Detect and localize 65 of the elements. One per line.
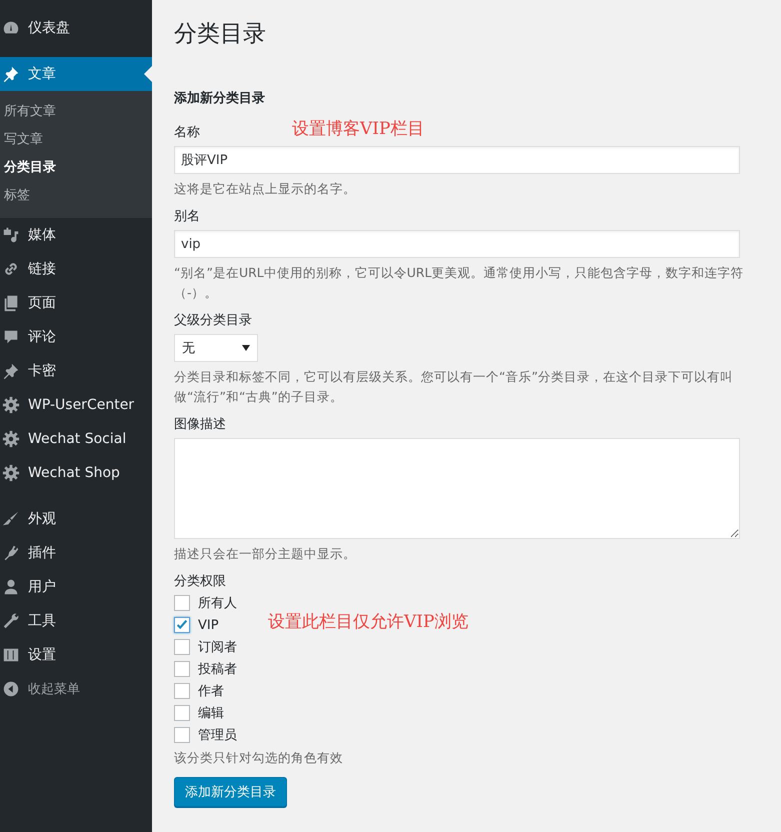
- checkbox-label: 订阅者: [198, 639, 237, 656]
- menu-item[interactable]: Wechat Social: [0, 422, 152, 456]
- dropdown[interactable]: 无: [174, 334, 258, 362]
- annotation-text: 设置博客VIP栏目: [292, 118, 424, 140]
- menu-item[interactable]: 文章: [0, 57, 152, 91]
- speech-bubble-icon: [2, 328, 20, 346]
- checkbox[interactable]: [174, 661, 190, 678]
- textarea-field[interactable]: [174, 438, 740, 539]
- collapse-icon: [2, 680, 20, 698]
- media-icon: [2, 226, 20, 244]
- field-label: 父级分类目录: [174, 312, 252, 330]
- submenu-item[interactable]: 写文章: [0, 126, 152, 154]
- link-icon: [2, 260, 20, 278]
- annotation-text: 设置此栏目仅允许VIP浏览: [268, 611, 468, 634]
- form-heading: 添加新分类目录: [174, 90, 266, 107]
- checkbox[interactable]: [174, 727, 190, 744]
- menu-item[interactable]: 用户: [0, 570, 152, 604]
- menu-item[interactable]: 插件: [0, 536, 152, 570]
- checkbox[interactable]: [174, 595, 190, 612]
- menu-item[interactable]: 收起菜单: [0, 672, 152, 706]
- help-text: “别名”是在URL中使用的别称，它可以令URL更美观。通常使用小写，只能包含字母，数字和连字符（-）。: [174, 264, 745, 302]
- plug-icon: [2, 544, 20, 562]
- checkbox-label: 管理员: [198, 727, 237, 744]
- menu-item[interactable]: Wechat Shop: [0, 456, 152, 502]
- checkbox-label: 作者: [198, 683, 224, 700]
- help-text: 该分类只针对勾选的角色有效: [174, 749, 344, 768]
- help-text: 分类目录和标签不同，它可以有层级关系。您可以有一个“音乐”分类目录，在这个目录下可以有叫做“流行”和“古典”的子目录。: [174, 368, 734, 406]
- menu-item[interactable]: 设置: [0, 638, 152, 672]
- user-icon: [2, 578, 20, 596]
- sliders-icon: [2, 646, 20, 664]
- menu-item[interactable]: 媒体: [0, 218, 152, 252]
- field-label: 名称: [174, 124, 200, 141]
- caret-icon: [242, 345, 250, 352]
- menu-item[interactable]: 页面: [0, 286, 152, 320]
- text-field[interactable]: vip: [174, 230, 740, 258]
- wrench-icon: [2, 612, 20, 630]
- help-text: 这将是它在站点上显示的名字。: [174, 180, 357, 198]
- menu-item[interactable]: 工具: [0, 604, 152, 638]
- checkbox-label: 编辑: [198, 705, 224, 722]
- menu-item[interactable]: 链接: [0, 252, 152, 286]
- submenu-item[interactable]: 标签: [0, 182, 152, 210]
- help-text: 描述只会在一部分主题中显示。: [174, 544, 357, 563]
- checkbox[interactable]: [174, 639, 190, 656]
- pushpin-icon: [2, 65, 20, 83]
- submenu-item[interactable]: 分类目录: [0, 154, 152, 182]
- menu-item[interactable]: WP-UserCenter: [0, 388, 152, 422]
- checkbox[interactable]: [174, 683, 190, 700]
- field-label: 分类权限: [174, 573, 226, 590]
- menu-item[interactable]: 卡密: [0, 354, 152, 388]
- text-field[interactable]: 股评VIP: [174, 146, 740, 174]
- pages-icon: [2, 294, 20, 312]
- checkbox-label: VIP: [198, 618, 219, 633]
- add-category-button[interactable]: 添加新分类目录: [174, 776, 287, 807]
- menu-item[interactable]: 评论: [0, 320, 152, 354]
- checkbox[interactable]: [174, 617, 190, 634]
- paintbrush-icon: [2, 510, 20, 528]
- menu-item[interactable]: 外观: [0, 502, 152, 536]
- pushpin-icon: [2, 362, 20, 380]
- checkbox-label: 投稿者: [198, 661, 237, 678]
- field-label: 图像描述: [174, 416, 226, 433]
- page-title: 分类目录: [174, 20, 267, 49]
- checkbox[interactable]: [174, 705, 190, 722]
- field-label: 别名: [174, 208, 200, 226]
- submenu-item[interactable]: 所有文章: [0, 98, 152, 126]
- checkbox-label: 所有人: [198, 595, 237, 612]
